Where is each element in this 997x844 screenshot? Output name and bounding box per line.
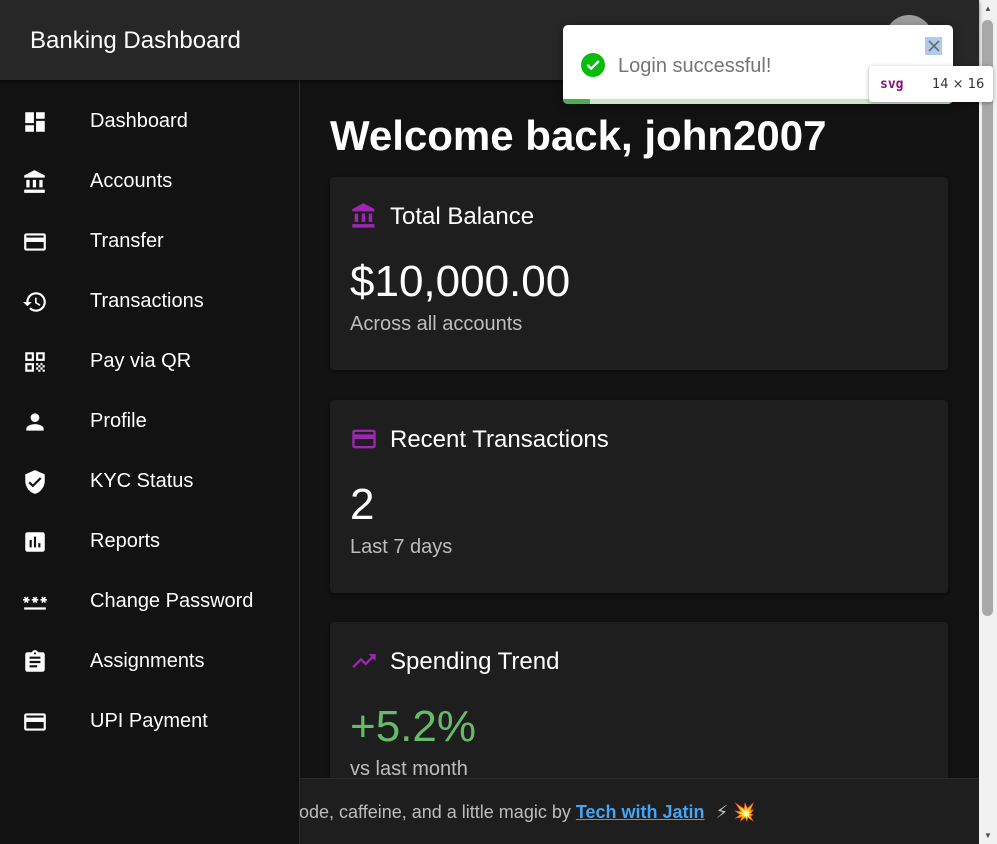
footer-text-line: code, caffeine, and a little magic by Te… [300,802,756,823]
sidebar-item-label: Transfer [90,230,164,252]
footer-author-link[interactable]: Tech with Jatin [576,802,705,822]
scrollbar-thumb[interactable] [982,20,993,616]
card-title: Recent Transactions [390,426,609,453]
credit-card-icon [22,709,48,735]
sidebar-item-label: Profile [90,410,147,432]
sidebar-item-label: Assignments [90,650,205,672]
inspect-tag: svg [880,77,904,92]
spending-trend-card: Spending Trend +5.2% vs last month [330,622,948,778]
card-title: Total Balance [390,203,535,230]
sidebar-item-profile[interactable]: Profile [0,391,299,451]
sidebar-item-label: Accounts [90,170,173,192]
footer: code, caffeine, and a little magic by Te… [300,778,979,844]
card-value: $10,000.00 [350,257,571,306]
sidebar-item-transactions[interactable]: Transactions [0,271,299,331]
sidebar-item-label: KYC Status [90,470,194,492]
sidebar-item-reports[interactable]: Reports [0,511,299,571]
sidebar-item-assignments[interactable]: Assignments [0,631,299,691]
sidebar-item-kyc-status[interactable]: KYC Status [0,451,299,511]
toast-message: Login successful! [618,55,772,77]
card-subtitle: vs last month [350,758,468,778]
person-icon [22,409,48,435]
sidebar-item-upi-payment[interactable]: UPI Payment [0,691,299,751]
card-subtitle: Across all accounts [350,313,523,335]
sidebar-item-label: Pay via QR [90,350,192,372]
scroll-up-arrow-icon[interactable]: ▲ [979,0,997,17]
sidebar-item-label: Dashboard [90,110,188,132]
password-icon [22,589,48,615]
sidebar-item-pay-via-qr[interactable]: Pay via QR [0,331,299,391]
trending-up-icon [350,647,378,675]
vertical-scrollbar[interactable]: ▲ ▼ [979,0,997,844]
success-check-icon [581,53,605,77]
history-icon [22,289,48,315]
card-title: Spending Trend [390,648,560,675]
bar-chart-icon [22,529,48,555]
close-icon[interactable] [925,37,942,55]
card-value: +5.2% [350,702,476,751]
inspect-dimensions: 14 × 16 [932,77,985,92]
card-subtitle: Last 7 days [350,536,453,558]
dashboard-icon [22,109,48,135]
toast-progress-fill [563,99,591,104]
qr-code-icon [22,349,48,375]
sidebar-item-change-password[interactable]: Change Password [0,571,299,631]
scroll-down-arrow-icon[interactable]: ▼ [979,827,997,844]
sidebar-item-accounts[interactable]: Accounts [0,151,299,211]
bank-icon [22,169,48,195]
credit-card-icon [350,425,378,453]
sidebar-item-label: Change Password [90,590,254,612]
sidebar-item-label: Reports [90,530,161,552]
credit-card-icon [22,229,48,255]
verified-shield-icon [22,469,48,495]
page: Banking Dashboard Dashboard Accounts Tra… [0,0,997,844]
sidebar-item-transfer[interactable]: Transfer [0,211,299,271]
total-balance-card: Total Balance $10,000.00 Across all acco… [330,177,948,370]
recent-transactions-card: Recent Transactions 2 Last 7 days [330,400,948,593]
sidebar-item-label: Transactions [90,290,204,312]
footer-emoji: ⚡ 💥 [715,802,756,822]
main-content: Welcome back, john2007 Total Balance $10… [300,80,979,778]
bank-icon [350,202,378,230]
clipboard-icon [22,649,48,675]
app-title: Banking Dashboard [30,27,241,54]
page-title: Welcome back, john2007 [330,112,827,159]
card-value: 2 [350,480,375,529]
sidebar: Dashboard Accounts Transfer Transactions… [0,80,300,844]
sidebar-item-dashboard[interactable]: Dashboard [0,91,299,151]
sidebar-item-label: UPI Payment [90,710,208,732]
footer-text: code, caffeine, and a little magic by [300,802,571,822]
inspect-tooltip: svg 14 × 16 [869,66,993,102]
